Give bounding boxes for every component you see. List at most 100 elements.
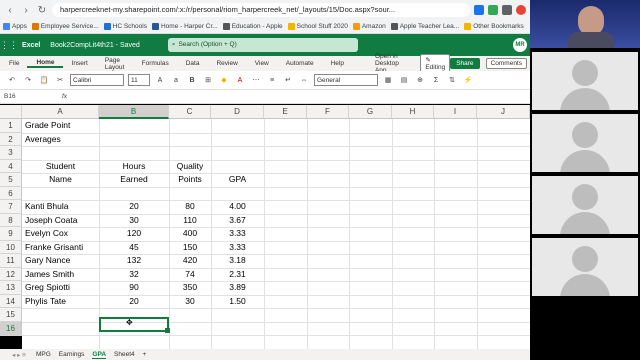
conditional-format-icon[interactable]: ▦	[382, 76, 394, 84]
cell-hours[interactable]: 20	[99, 295, 169, 309]
extension-icon[interactable]	[474, 5, 484, 15]
tab-automate[interactable]: Automate	[277, 60, 322, 67]
tab-home[interactable]: Home	[27, 59, 63, 68]
add-sheet-button[interactable]: +	[143, 351, 147, 358]
row-header[interactable]: 3	[0, 146, 22, 160]
cell-points[interactable]: 30	[169, 295, 211, 309]
app-launcher-icon[interactable]: ⋮⋮	[0, 40, 18, 51]
insert-cells-icon[interactable]: ⊕	[414, 76, 426, 84]
share-button[interactable]: Share	[450, 58, 480, 69]
fill-color-icon[interactable]: ◆	[218, 76, 230, 84]
row-header[interactable]: 11	[0, 254, 22, 268]
ideas-icon[interactable]: ⚡	[462, 76, 474, 84]
address-bar[interactable]: harpercreeknet-my.sharepoint.com/:x:/r/p…	[52, 3, 470, 17]
merge-icon[interactable]: ⇔	[298, 77, 310, 84]
extension-icon[interactable]	[488, 5, 498, 15]
row-header[interactable]: 7	[0, 200, 22, 214]
column-header-j[interactable]: J	[477, 105, 530, 119]
cell-hours[interactable]: 30	[99, 214, 169, 228]
bookmark-item[interactable]: Apple Teacher Lea...	[390, 23, 459, 30]
autosum-icon[interactable]: Σ	[430, 77, 442, 84]
sort-filter-icon[interactable]: ⇅	[446, 76, 458, 84]
header-student[interactable]: Student	[22, 160, 99, 174]
cell-gpa[interactable]: 2.31	[211, 268, 264, 282]
tab-help[interactable]: Help	[322, 60, 352, 67]
cell-student-name[interactable]: James Smith	[25, 268, 74, 282]
participant-tile[interactable]	[532, 176, 638, 234]
column-header-b[interactable]: B	[99, 105, 169, 119]
cell-points[interactable]: 74	[169, 268, 211, 282]
column-header-c[interactable]: C	[169, 105, 211, 119]
column-header-f[interactable]: F	[307, 105, 349, 119]
participant-tile[interactable]	[532, 238, 638, 296]
bookmark-item[interactable]: Employee Service...	[31, 23, 99, 30]
cell-a2[interactable]: Averages	[25, 133, 61, 147]
fx-icon[interactable]: fx	[62, 93, 67, 100]
table-format-icon[interactable]: ▤	[398, 76, 410, 84]
back-icon[interactable]: ‹	[4, 5, 16, 16]
reload-icon[interactable]: ↻	[36, 5, 48, 16]
row-header[interactable]: 4	[0, 159, 22, 173]
cell-hours[interactable]: 20	[99, 200, 169, 214]
active-cell-b16[interactable]	[99, 317, 170, 333]
align-icon[interactable]: ≡	[266, 77, 278, 84]
more-options-icon[interactable]: ⋯	[250, 76, 262, 84]
select-all-corner[interactable]	[0, 105, 22, 119]
tab-data[interactable]: Data	[177, 60, 208, 67]
cell-points[interactable]: 150	[169, 241, 211, 255]
bookmark-item[interactable]: School Stuff 2020	[287, 23, 348, 30]
paste-icon[interactable]: 📋	[38, 76, 50, 84]
row-header[interactable]: 12	[0, 267, 22, 281]
row-header[interactable]: 16	[0, 321, 22, 336]
tab-file[interactable]: File	[0, 60, 27, 67]
cell-hours[interactable]: 90	[99, 281, 169, 295]
row-header[interactable]: 10	[0, 240, 22, 254]
cell-a1[interactable]: Grade Point	[25, 119, 70, 133]
name-box[interactable]: B16	[0, 93, 50, 100]
search-box[interactable]: ⌕ Search (Option + Q)	[167, 38, 358, 52]
sheet-tab[interactable]: Earnings	[59, 351, 85, 358]
column-header-h[interactable]: H	[392, 105, 434, 119]
row-header[interactable]: 2	[0, 132, 22, 146]
cell-gpa[interactable]: 3.89	[211, 281, 264, 295]
profile-icon[interactable]	[516, 5, 526, 15]
header-hours[interactable]: Hours	[99, 160, 169, 174]
cell-student-name[interactable]: Evelyn Cox	[25, 227, 68, 241]
font-color-icon[interactable]: A	[234, 77, 246, 84]
fill-handle[interactable]	[165, 328, 170, 333]
app-name[interactable]: Excel	[22, 42, 40, 49]
borders-icon[interactable]: ⊞	[202, 76, 214, 84]
cell-points[interactable]: 350	[169, 281, 211, 295]
bookmark-item[interactable]: HC Schools	[103, 23, 147, 30]
cell-student-name[interactable]: Kanti Bhula	[25, 200, 68, 214]
undo-icon[interactable]: ↶	[6, 76, 18, 84]
row-header[interactable]: 15	[0, 308, 22, 322]
column-header-e[interactable]: E	[264, 105, 307, 119]
cell-gpa[interactable]: 3.67	[211, 214, 264, 228]
row-header[interactable]: 13	[0, 281, 22, 295]
redo-icon[interactable]: ↷	[22, 76, 34, 84]
cell-gpa[interactable]: 1.50	[211, 295, 264, 309]
avatar[interactable]: MR	[513, 38, 527, 52]
sheet-nav-icon[interactable]: ◂ ▸ ≡	[12, 351, 26, 359]
sheet-tab[interactable]: Sheet4	[114, 351, 135, 358]
wrap-icon[interactable]: ↵	[282, 76, 294, 84]
header-points[interactable]: Points	[169, 173, 211, 187]
row-header[interactable]: 14	[0, 294, 22, 308]
font-name-select[interactable]: Calibri	[70, 74, 124, 86]
format-painter-icon[interactable]: ✂	[54, 76, 66, 84]
participant-tile[interactable]	[532, 52, 638, 110]
cell-student-name[interactable]: Phylis Tate	[25, 295, 66, 309]
column-header-d[interactable]: D	[211, 105, 264, 119]
cell-points[interactable]: 110	[169, 214, 211, 228]
column-header-a[interactable]: A	[22, 105, 99, 119]
increase-font-icon[interactable]: A	[154, 77, 166, 84]
header-name[interactable]: Name	[22, 173, 99, 187]
row-header[interactable]: 6	[0, 186, 22, 200]
tab-insert[interactable]: Insert	[63, 60, 96, 67]
column-header-i[interactable]: I	[434, 105, 477, 119]
cell-hours[interactable]: 132	[99, 254, 169, 268]
cell-hours[interactable]: 32	[99, 268, 169, 282]
forward-icon[interactable]: ›	[20, 5, 32, 16]
column-header-g[interactable]: G	[349, 105, 392, 119]
